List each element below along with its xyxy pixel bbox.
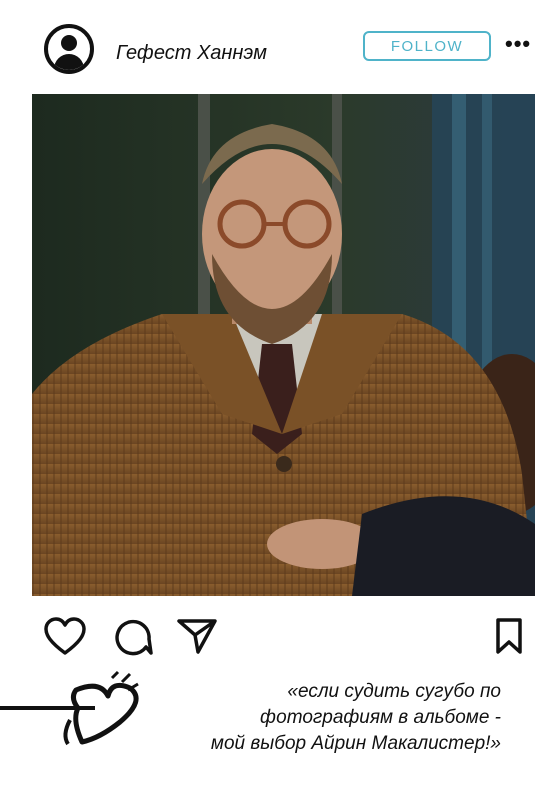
bookmark-icon[interactable] (494, 617, 524, 655)
more-options-button[interactable]: ••• (505, 33, 531, 55)
caption-line-1: «если судить сугубо по (287, 681, 501, 702)
avatar-body (54, 54, 84, 70)
post-photo (32, 94, 535, 596)
heart-icon[interactable] (44, 617, 86, 657)
username[interactable]: Гефест Ханнэм (116, 42, 267, 65)
post-caption: «если судить сугубо по фотографиям в аль… (121, 679, 501, 757)
user-avatar-icon[interactable] (44, 24, 94, 74)
avatar-head (61, 35, 77, 51)
caption-line-2: фотографиям в альбоме - (260, 707, 501, 728)
post-photo-illustration (32, 94, 535, 596)
follow-button[interactable]: FOLLOW (363, 31, 491, 61)
caption-line-3: мой выбор Айрин Макалистер!» (210, 733, 501, 754)
share-icon[interactable] (176, 616, 218, 656)
comment-icon[interactable] (113, 617, 153, 657)
